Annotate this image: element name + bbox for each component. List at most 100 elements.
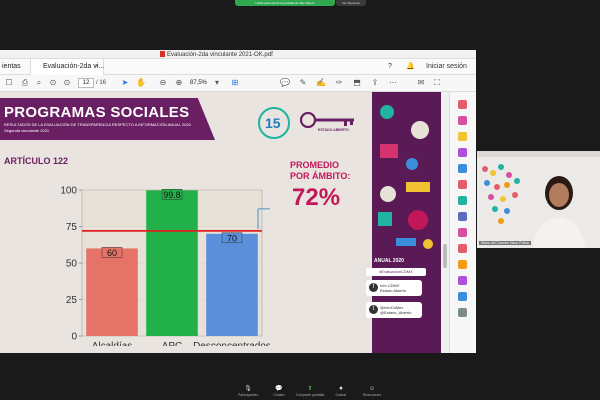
combine-icon[interactable] <box>458 148 467 157</box>
value-label: 70 <box>227 233 237 243</box>
sign-icon[interactable]: ✑ <box>334 78 344 88</box>
control-label: Participantes <box>237 393 259 397</box>
share-screen-icon: ⬆ <box>307 386 313 392</box>
page-number-input[interactable]: 12 <box>78 78 94 88</box>
estado-abierto-logo: ESTADO ABIERTO <box>299 111 358 136</box>
x-tick-label: Alcaldías <box>92 341 133 346</box>
stamp-icon[interactable]: ⬒ <box>352 78 362 88</box>
comment-icon[interactable]: 💬 <box>280 78 290 88</box>
protect-icon[interactable] <box>458 212 467 221</box>
control-label: Compartir pantalla <box>295 393 325 397</box>
fit-icon[interactable]: ⊞ <box>230 78 240 88</box>
promedio-label: PROMEDIO <box>290 160 340 170</box>
pdf-viewer-window: Evaluación-2da vinculante 2021-OK.pdf ie… <box>0 50 476 353</box>
pen-icon[interactable]: ✎ <box>298 78 308 88</box>
pdf-page: PROGRAMAS SOCIALES RESULTADOS DE LA EVAL… <box>0 92 441 353</box>
zoom-out-icon[interactable]: ⊖ <box>158 78 168 88</box>
participant-name: María del Carmen Nava Polina <box>479 241 531 245</box>
mute-icon: 🎙 <box>244 386 252 392</box>
tab-tools[interactable]: ientas <box>0 59 30 75</box>
vertical-scrollbar[interactable] <box>441 92 449 353</box>
reactions-icon: ☺ <box>368 386 376 392</box>
facebook-icon: f <box>369 283 378 292</box>
anual-label: ANUAL 2020 <box>374 258 404 264</box>
hashtag-label: #EvaluaciónCDMX <box>366 268 426 276</box>
twitter-icon: t <box>369 305 378 314</box>
record-icon: ⏺ <box>339 386 343 392</box>
mail-icon[interactable]: ✉ <box>416 78 426 88</box>
compress-icon[interactable] <box>458 244 467 253</box>
more-tools-icon[interactable] <box>458 308 467 317</box>
twitter-contact: t @InfoCdMex @Estado_Abierto <box>366 302 422 318</box>
help-icon[interactable]: ? <box>388 59 392 75</box>
title-bar: Evaluación-2da vinculante 2021-OK.pdf <box>0 50 476 59</box>
mute-button[interactable]: 🎙 Participantes <box>233 385 263 399</box>
screen-share-notice: Usted está viendo la pantalla de Irais T… <box>235 0 335 6</box>
create-pdf-icon[interactable] <box>458 116 467 125</box>
y-tick-label: 25 <box>66 295 78 306</box>
chat-icon: 💬 <box>275 386 283 392</box>
bar-chart: 0 25 50 75 100 60 Alcaldías 99.8 APC 70 Desconcent… <box>60 186 270 346</box>
close-tab-icon[interactable]: × <box>95 59 99 75</box>
reactions-button[interactable]: ☺ Reacciones <box>357 385 387 399</box>
twitter-handle-2: @Estado_Abierto <box>380 310 412 315</box>
page-title: PROGRAMAS SOCIALES <box>4 104 190 121</box>
fullscreen-icon[interactable]: ⛶ <box>432 78 442 88</box>
scrollbar-thumb[interactable] <box>443 244 447 268</box>
control-label: Chateo <box>273 393 285 397</box>
zoom-level[interactable]: 87,5% <box>190 78 207 88</box>
page-subtitle-2: Segunda vinculante 2021 <box>4 128 50 133</box>
share-icon[interactable]: ⇪ <box>370 78 380 88</box>
print-icon[interactable]: ⎙ <box>20 78 30 88</box>
right-tools-panel <box>449 92 476 353</box>
control-label: Reacciones <box>362 393 382 397</box>
record-button[interactable]: ⏺ Grabar <box>326 385 356 399</box>
value-label: 60 <box>107 248 117 258</box>
cursor-icon[interactable]: ➤ <box>120 78 130 88</box>
y-tick-label: 75 <box>66 222 78 233</box>
promedio-label-2: POR ÁMBITO: <box>290 171 351 181</box>
more-icon[interactable]: ⋯ <box>388 78 398 88</box>
bar-desconcentrados <box>206 233 258 336</box>
share-screen-button[interactable]: ⬆ Compartir pantalla <box>295 385 325 399</box>
organize-icon[interactable] <box>458 164 467 173</box>
chat-button[interactable]: 💬 Chateo <box>264 385 294 399</box>
meeting-controls: 🎙 Participantes 💬 Chateo ⬆ Compartir pantalla… <box>0 384 600 400</box>
promedio-value: 72% <box>292 184 341 211</box>
view-options-button[interactable]: Ver Opciones <box>336 0 366 6</box>
x-tick-label: APC <box>162 341 183 346</box>
window-title: Evaluación-2da vinculante 2021-OK.pdf <box>160 51 273 58</box>
bar-apc <box>146 190 198 336</box>
y-tick-label: 50 <box>66 259 78 270</box>
article-label: ARTÍCULO 122 <box>4 156 69 166</box>
page-up-icon[interactable]: ⊙ <box>48 78 58 88</box>
page-down-icon[interactable]: ⊙ <box>62 78 72 88</box>
control-label: Grabar <box>335 393 347 397</box>
comment-tool-icon[interactable] <box>458 132 467 141</box>
stamp-tool-icon[interactable] <box>458 260 467 269</box>
page-total: / 16 <box>96 80 107 86</box>
anniversary-logo: 15 <box>258 107 290 139</box>
page-subtitle: RESULTADOS DE LA EVALUACIÓN DE TRANSPARE… <box>4 122 191 127</box>
edit-pdf-icon[interactable] <box>458 180 467 189</box>
scan-icon[interactable] <box>458 228 467 237</box>
logo-text: ESTADO ABIERTO <box>318 128 349 132</box>
export-pdf-icon[interactable] <box>458 100 467 109</box>
participant-video[interactable] <box>477 151 600 248</box>
y-tick-label: 100 <box>60 186 77 197</box>
highlight-icon[interactable]: ✍ <box>316 78 326 88</box>
zoom-in-icon[interactable]: ⊕ <box>174 78 184 88</box>
pdf-file-icon <box>160 51 165 57</box>
fill-sign-icon[interactable] <box>458 196 467 205</box>
save-icon[interactable]: ☐ <box>4 78 14 88</box>
search-icon[interactable]: ⌕ <box>34 78 44 88</box>
facebook-name-2: Estado Abierto <box>380 288 407 293</box>
signin-link[interactable]: Iniciar sesión <box>426 59 467 75</box>
y-tick-label: 0 <box>71 332 77 343</box>
chevron-down-icon[interactable]: ▾ <box>212 78 222 88</box>
bell-icon[interactable]: 🔔 <box>406 59 415 75</box>
measure-icon[interactable] <box>458 292 467 301</box>
redact-icon[interactable] <box>458 276 467 285</box>
hand-icon[interactable]: ✋ <box>136 78 146 88</box>
tab-document[interactable]: Evaluación-2da vi... × <box>30 59 104 75</box>
